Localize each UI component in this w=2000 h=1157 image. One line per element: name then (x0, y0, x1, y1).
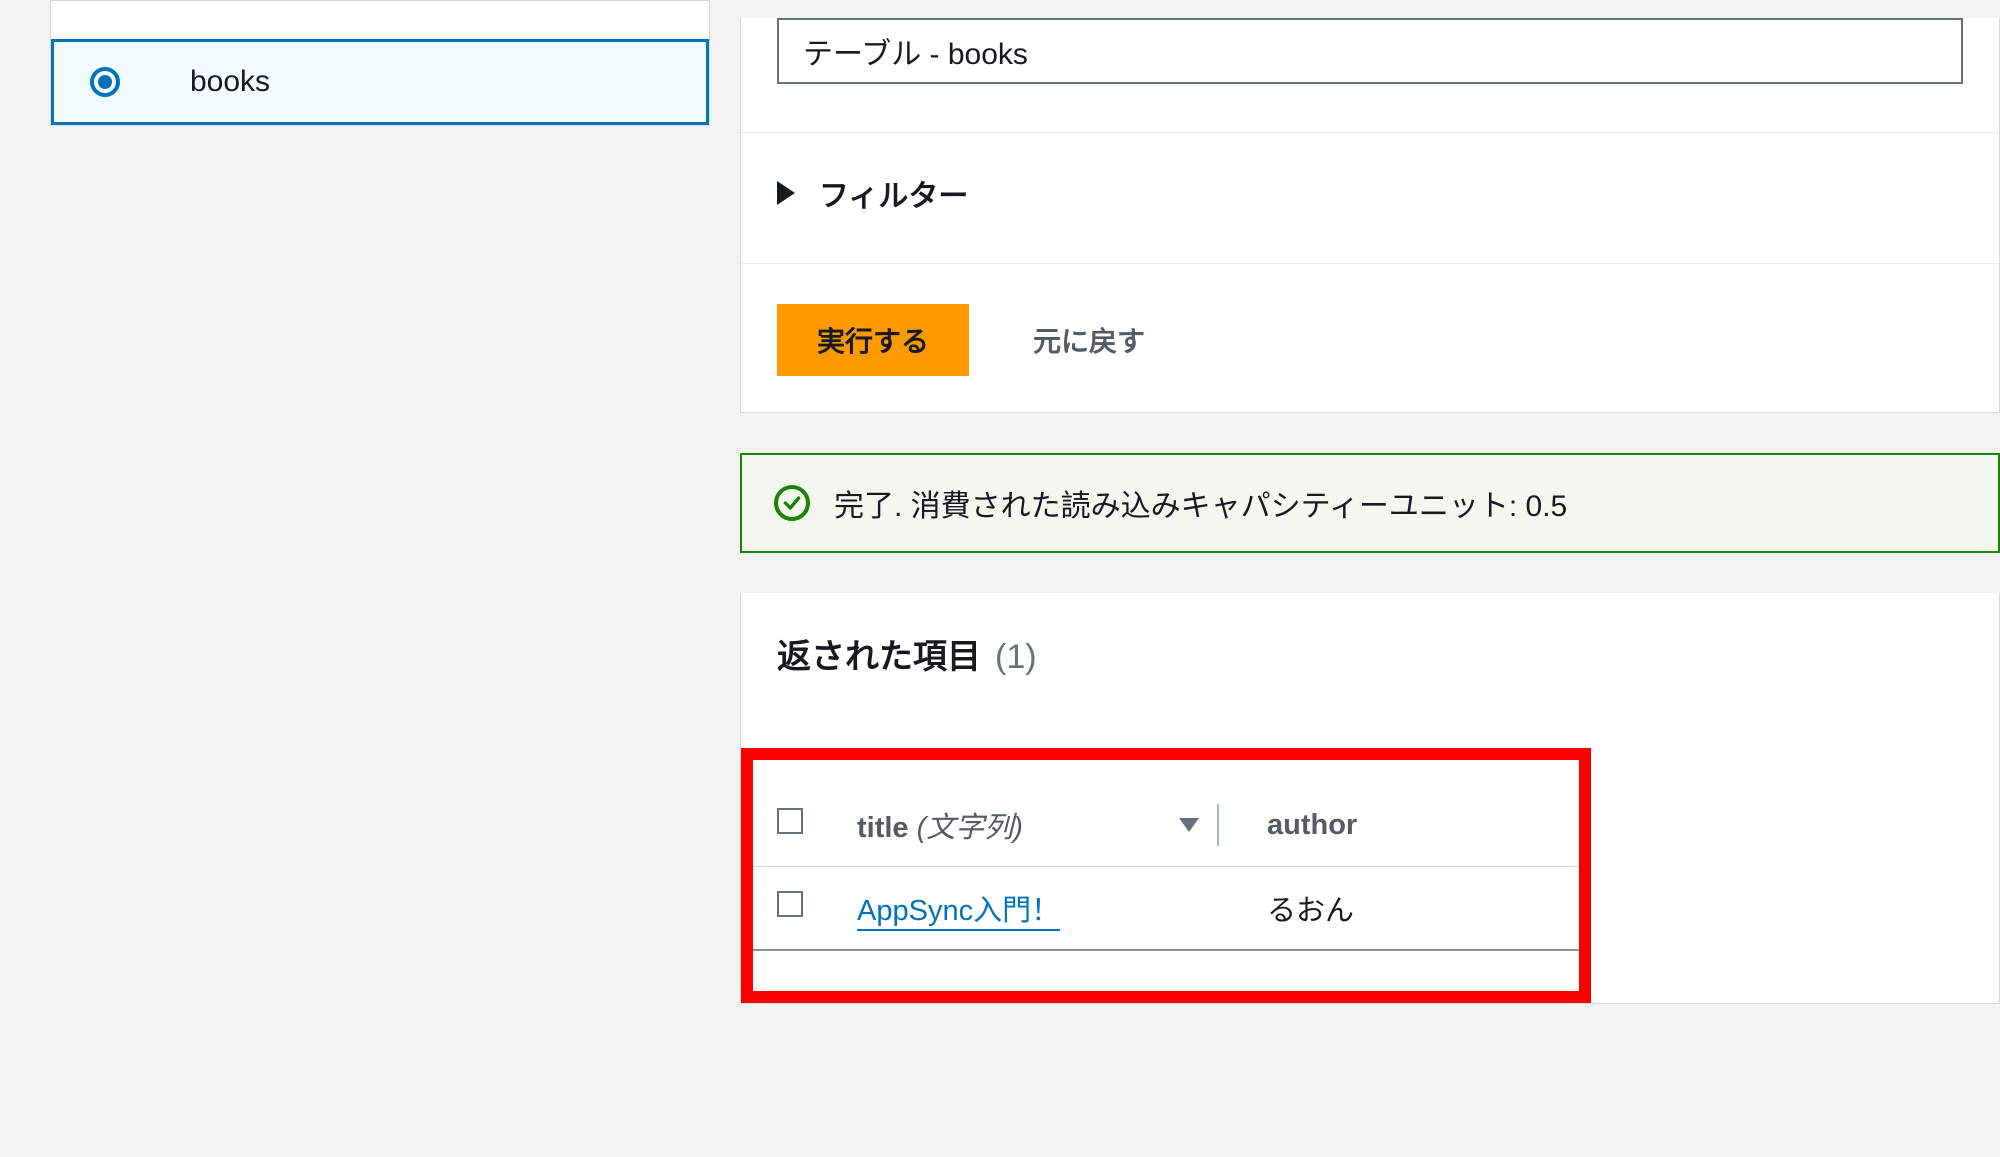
table-select-value: テーブル - books (803, 29, 1028, 73)
column-author-label: author (1267, 809, 1357, 841)
table-row[interactable]: AppSync入門！ るおん (753, 867, 1579, 951)
results-title: 返された項目 (777, 629, 981, 678)
main-panel: テーブル - books フィルター 実行する 元に戻す 完了. 消費された読み… (740, 0, 2000, 1004)
filter-toggle[interactable]: フィルター (777, 171, 1963, 215)
results-table: title (文字列) author (753, 784, 1579, 951)
table-select[interactable]: テーブル - books (777, 18, 1963, 84)
table-list-sidebar: books (50, 0, 710, 126)
results-table-highlight: title (文字列) author (741, 748, 1591, 1003)
caret-right-icon (777, 181, 795, 205)
checkbox-icon[interactable] (777, 891, 803, 917)
column-title-label: title (857, 812, 909, 844)
radio-dot-icon (98, 75, 112, 89)
run-button[interactable]: 実行する (777, 304, 969, 376)
select-all-header[interactable] (753, 784, 833, 867)
table-list-header-spacer (51, 1, 709, 39)
radio-selected-icon[interactable] (90, 67, 120, 97)
item-title-link[interactable]: AppSync入門！ (857, 895, 1060, 931)
results-count: (1) (995, 638, 1037, 677)
divider (741, 263, 1999, 264)
filter-label: フィルター (819, 171, 968, 215)
action-buttons: 実行する 元に戻す (777, 304, 1963, 376)
query-panel: テーブル - books フィルター 実行する 元に戻す (740, 18, 2000, 413)
row-checkbox-cell[interactable] (753, 867, 833, 951)
row-title-cell: AppSync入門！ (833, 867, 1243, 951)
checkbox-icon[interactable] (777, 808, 803, 834)
results-heading: 返された項目 (1) (741, 629, 1999, 678)
table-list-item-books[interactable]: books (51, 39, 709, 125)
column-title-type: (文字列) (917, 812, 1023, 844)
results-panel: 返された項目 (1) title (文字列) (740, 593, 2000, 1004)
flash-message: 完了. 消費された読み込みキャパシティーユニット: 0.5 (834, 481, 1567, 525)
success-flashbar: 完了. 消費された読み込みキャパシティーユニット: 0.5 (740, 453, 2000, 553)
reset-button[interactable]: 元に戻す (1033, 320, 1145, 360)
check-circle-icon (774, 485, 810, 521)
table-list-item-label: books (190, 65, 270, 99)
table-list: books (50, 0, 710, 126)
table-header-row: title (文字列) author (753, 784, 1579, 867)
row-author-cell: るおん (1243, 867, 1579, 951)
sort-desc-icon[interactable] (1179, 818, 1199, 832)
column-header-author[interactable]: author (1243, 784, 1579, 867)
column-header-title[interactable]: title (文字列) (833, 784, 1243, 867)
divider (741, 132, 1999, 133)
